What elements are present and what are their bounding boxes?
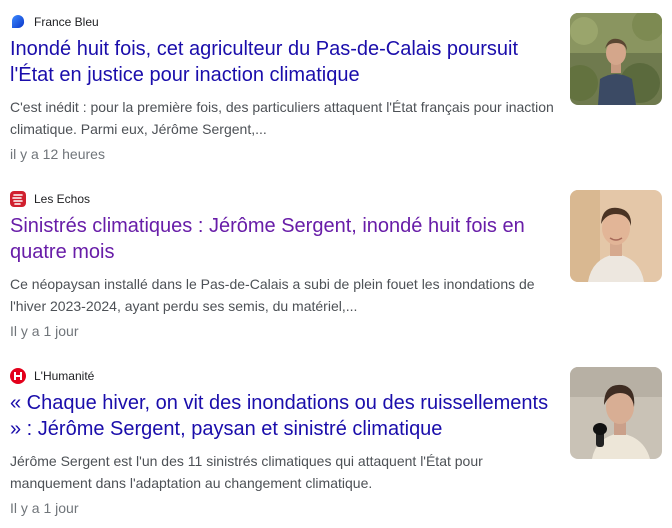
man-outdoors-photo[interactable]: [570, 13, 662, 105]
france-bleu-logo-icon: [10, 14, 26, 30]
timestamp: Il y a 1 jour: [10, 500, 79, 516]
source-name: Les Echos: [34, 192, 91, 206]
news-title-link[interactable]: « Chaque hiver, on vit des inondations o…: [10, 390, 558, 442]
timestamp: il y a 12 heures: [10, 146, 105, 162]
news-snippet: Jérôme Sergent est l'un des 11 sinistrés…: [10, 453, 483, 491]
news-snippet: Ce néopaysan installé dans le Pas-de-Cal…: [10, 276, 535, 314]
news-source[interactable]: Les Echos: [10, 189, 90, 209]
source-name: L'Humanité: [34, 369, 95, 383]
man-microphone-photo[interactable]: [570, 367, 662, 459]
news-source[interactable]: France Bleu: [10, 12, 99, 32]
news-snippet: C'est inédit : pour la première fois, de…: [10, 99, 554, 137]
news-title-link[interactable]: Inondé huit fois, cet agriculteur du Pas…: [10, 36, 558, 88]
timestamp: Il y a 1 jour: [10, 323, 79, 339]
man-portrait-photo[interactable]: [570, 190, 662, 282]
les-echos-logo-icon: [10, 191, 26, 207]
source-name: France Bleu: [34, 15, 99, 29]
humanite-logo-icon: [10, 368, 26, 384]
news-title-link[interactable]: Sinistrés climatiques : Jérôme Sergent, …: [10, 213, 558, 265]
news-source[interactable]: L'Humanité: [10, 366, 94, 386]
